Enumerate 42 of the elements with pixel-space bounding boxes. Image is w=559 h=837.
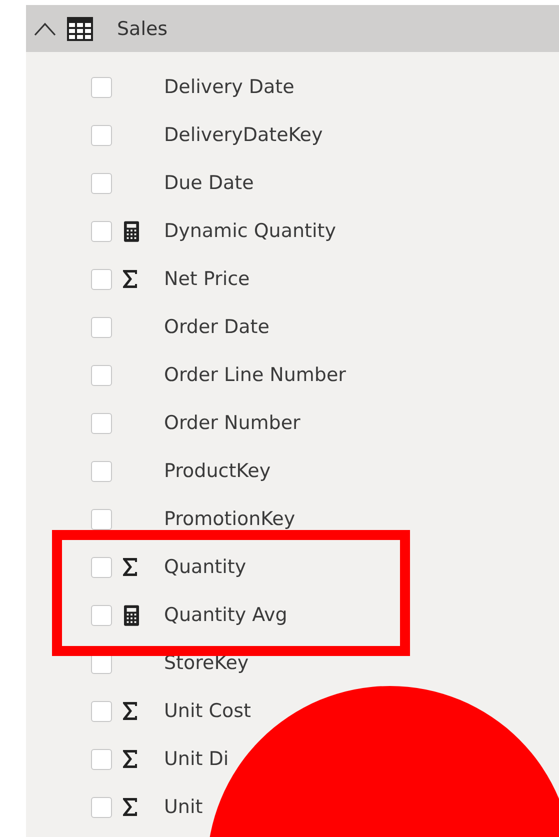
checkbox[interactable] (91, 364, 112, 386)
field-name[interactable]: Order Number (164, 412, 300, 434)
checkbox[interactable] (91, 268, 112, 290)
table-header[interactable]: Sales (26, 5, 559, 52)
sigma-icon (122, 798, 138, 816)
checkbox[interactable] (91, 220, 112, 242)
calculator-icon (124, 220, 139, 242)
field-name[interactable]: Unit (164, 796, 203, 818)
checkbox[interactable] (91, 460, 112, 482)
sigma-icon (122, 702, 138, 720)
field-name[interactable]: Unit Di (164, 748, 229, 770)
checkbox[interactable] (91, 796, 112, 818)
calculator-icon (124, 604, 139, 626)
field-name[interactable]: Quantity (164, 556, 246, 578)
checkbox[interactable] (91, 556, 112, 578)
table-icon (67, 16, 93, 40)
checkbox[interactable] (91, 604, 112, 626)
field-name[interactable]: Order Date (164, 316, 270, 338)
field-name[interactable]: Delivery Date (164, 76, 294, 98)
checkbox[interactable] (91, 412, 112, 434)
field-name[interactable]: ProductKey (164, 460, 271, 482)
field-name[interactable]: Quantity Avg (164, 604, 288, 626)
checkbox[interactable] (91, 76, 112, 98)
field-name[interactable]: Due Date (164, 172, 254, 194)
checkbox[interactable] (91, 748, 112, 770)
sigma-icon (122, 750, 138, 768)
field-name[interactable]: Net Price (164, 268, 250, 290)
field-name[interactable]: StoreKey (164, 652, 249, 674)
checkbox[interactable] (91, 508, 112, 530)
field-name[interactable]: Dynamic Quantity (164, 220, 336, 242)
checkbox[interactable] (91, 124, 112, 146)
chevron-up-icon[interactable] (34, 22, 56, 36)
table-name: Sales (117, 18, 168, 40)
checkbox[interactable] (91, 700, 112, 722)
checkbox[interactable] (91, 172, 112, 194)
field-name[interactable]: PromotionKey (164, 508, 296, 530)
sigma-icon (122, 270, 138, 288)
field-name[interactable]: Unit Cost (164, 700, 251, 722)
field-name[interactable]: Order Line Number (164, 364, 346, 386)
field-name[interactable]: DeliveryDateKey (164, 124, 323, 146)
checkbox[interactable] (91, 316, 112, 338)
sigma-icon (122, 558, 138, 576)
